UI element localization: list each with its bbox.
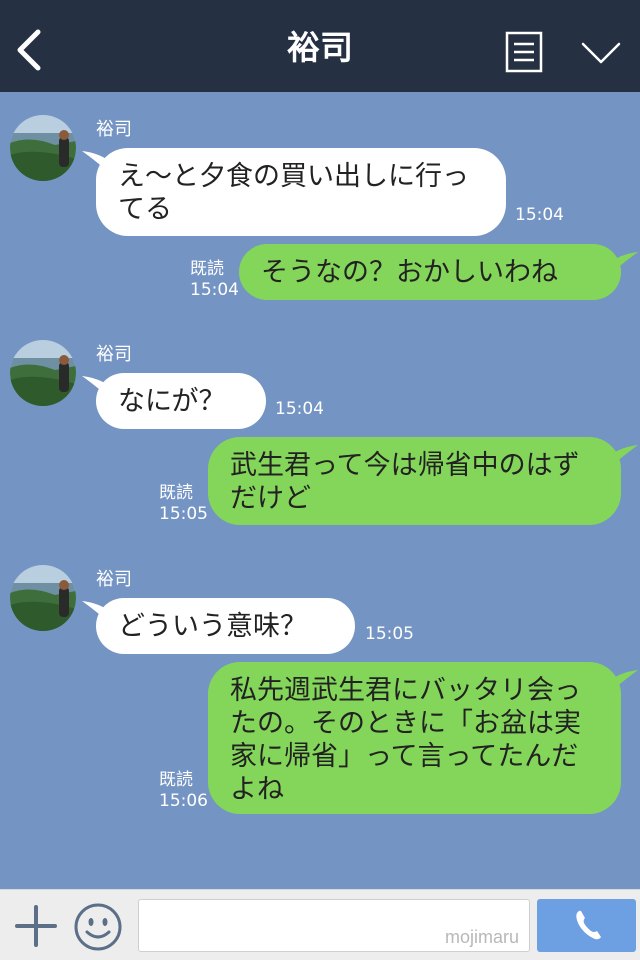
message-time: 15:06 [159,791,208,811]
avatar[interactable] [10,565,76,631]
message-input-bar: mojimaru [0,889,640,960]
landscape-avatar-image [10,340,76,406]
read-label: 既読 [190,259,224,279]
avatar[interactable] [10,115,76,181]
avatar[interactable] [10,340,76,406]
chat-header: 裕司 [0,0,640,92]
message-bubble-outgoing[interactable]: そうなの？おかしいわね [239,244,621,300]
chat-title: 裕司 [287,28,353,67]
read-label: 既読 [159,770,193,790]
plus-icon [15,905,57,947]
message-bubble-incoming[interactable]: どういう意味？ [96,598,355,654]
message-time: 15:04 [275,399,324,419]
message-input[interactable]: mojimaru [138,899,530,952]
message-time: 15:05 [159,504,208,524]
sender-name: 裕司 [96,569,132,590]
call-button[interactable] [537,899,636,952]
read-label: 既読 [159,483,193,503]
collapse-button[interactable] [580,40,622,66]
message-time: 15:05 [365,624,414,644]
landscape-avatar-image [10,115,76,181]
chevron-down-icon [581,42,621,64]
message-time: 15:04 [515,205,564,225]
read-status: 既読 15:06 [159,770,208,812]
chat-area[interactable]: 裕司 え〜と夕食の買い出しに行ってる 15:04 既読 15:04 そうなの？お… [0,92,640,889]
read-status: 既読 15:04 [190,259,239,301]
phone-icon [576,910,601,940]
emoji-button[interactable] [73,902,123,952]
message-bubble-incoming[interactable]: え〜と夕食の買い出しに行ってる [96,148,506,236]
message-time: 15:04 [190,280,239,300]
message-bubble-outgoing[interactable]: 武生君って今は帰省中のはずだけど [208,437,621,525]
message-bubble-incoming[interactable]: なにが？ [96,373,266,429]
message-bubble-outgoing[interactable]: 私先週武生君にバッタリ会ったの。そのときに「お盆は実家に帰省」って言ってたんだよ… [208,662,621,814]
smiley-icon [74,903,122,951]
menu-lines-icon [505,31,543,73]
watermark: mojimaru [444,927,519,947]
sender-name: 裕司 [96,119,132,140]
read-status: 既読 15:05 [159,483,208,525]
add-button[interactable] [14,904,58,948]
menu-button[interactable] [505,31,543,73]
landscape-avatar-image [10,565,76,631]
sender-name: 裕司 [96,344,132,365]
